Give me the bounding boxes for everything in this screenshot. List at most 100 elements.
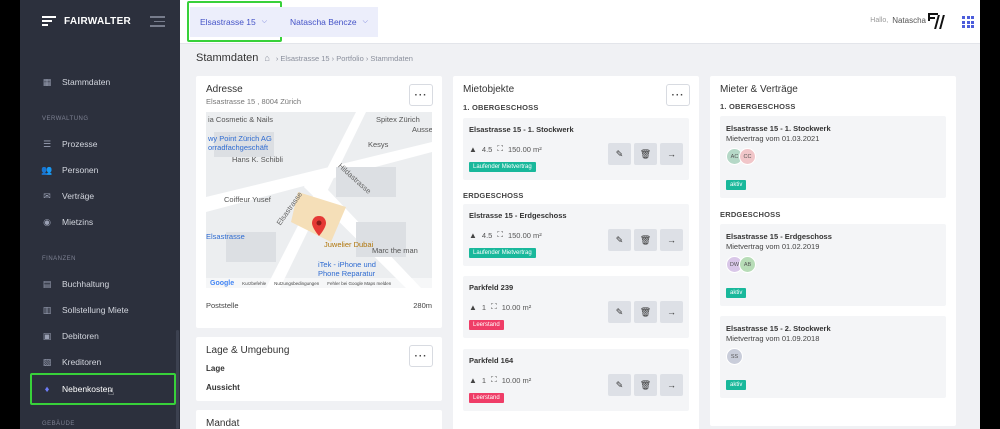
- status-badge: Laufender Mietvertrag: [469, 162, 536, 172]
- edit-button[interactable]: ✎: [608, 301, 631, 323]
- unit-item[interactable]: Parkfeld 239 ▲ 1 ⛶ 10.00 m² Leerstand ✎ …: [463, 276, 689, 338]
- delete-button[interactable]: 🗑: [634, 143, 657, 165]
- sidebar-item-kreditoren[interactable]: ▧ Kreditoren: [42, 355, 101, 369]
- user-greeting[interactable]: Hallo, Natascha: [870, 16, 926, 25]
- property-selector-highlight: [187, 1, 282, 42]
- buildings-icon: ▦: [42, 76, 52, 87]
- delete-button[interactable]: 🗑: [634, 301, 657, 323]
- mandat-title: Mandat: [206, 418, 240, 429]
- home-icon[interactable]: ⌂: [264, 53, 269, 63]
- sidebar-item-vertraege[interactable]: ✉ Verträge: [42, 189, 94, 203]
- mandat-card: Mandat: [196, 410, 442, 429]
- open-button[interactable]: →: [660, 374, 683, 396]
- unit-item[interactable]: Parkfeld 164 ▲ 1 ⛶ 10.00 m² Leerstand ✎ …: [463, 349, 689, 411]
- arrow-right-icon: →: [667, 380, 676, 390]
- delete-button[interactable]: 🗑: [634, 229, 657, 251]
- area-icon: ⛶: [497, 230, 503, 239]
- person-icon: ▲: [469, 302, 477, 312]
- edit-button[interactable]: ✎: [608, 374, 631, 396]
- open-button[interactable]: →: [660, 229, 683, 251]
- breadcrumb[interactable]: › Elsastrasse 15 › Portfolio › Stammdate…: [276, 54, 413, 63]
- unit-item[interactable]: Elstrasse 15 - Erdgeschoss ▲ 4.5 ⛶ 150.0…: [463, 204, 689, 266]
- avatar[interactable]: SS: [726, 348, 743, 365]
- sidebar-item-mietzins[interactable]: ◉ Mietzins: [42, 215, 93, 229]
- group-obergeschoss: 1. OBERGESCHOSS: [463, 103, 539, 112]
- area-icon: ⛶: [491, 302, 497, 311]
- poststelle-value: 280m: [413, 301, 432, 310]
- lage-card: Lage & Umgebung ··· Lage Aussicht: [196, 337, 442, 401]
- brand-name: FAIRWALTER: [64, 15, 132, 27]
- edit-button[interactable]: ✎: [608, 229, 631, 251]
- lage-menu-button[interactable]: ···: [409, 345, 433, 367]
- handshake-icon: ✉: [43, 190, 51, 201]
- avatar[interactable]: AB: [739, 256, 756, 273]
- section-finanzen: FINANZEN: [42, 256, 76, 262]
- adresse-title: Adresse: [206, 84, 243, 95]
- pointer-cursor-icon: ☝: [108, 387, 115, 398]
- trash-icon: 🗑: [639, 306, 652, 317]
- contract-item[interactable]: Elsastrasse 15 - 1. Stockwerk Mietvertra…: [720, 116, 946, 198]
- google-map[interactable]: ia Cosmetic & Nails Spitex Zürich Ausse …: [206, 112, 432, 288]
- sidebar-item-debitoren[interactable]: ▣ Debitoren: [42, 329, 99, 343]
- delete-button[interactable]: 🗑: [634, 374, 657, 396]
- fairwalter-logo-icon: [42, 15, 58, 27]
- status-badge: Laufender Mietvertrag: [469, 248, 536, 258]
- ledger-icon: ▤: [42, 278, 52, 289]
- topbar: Elsastrasse 15 ⌵ Natascha Bencze ⌵ Hallo…: [180, 0, 980, 44]
- owner-selector[interactable]: Natascha Bencze ⌵: [280, 7, 378, 37]
- lage-label: Lage: [206, 364, 225, 373]
- location-pin-icon[interactable]: [312, 216, 326, 236]
- open-button[interactable]: →: [660, 143, 683, 165]
- coin-icon: ◉: [43, 216, 51, 227]
- person-icon: ▲: [469, 375, 477, 385]
- aussicht-label: Aussicht: [206, 383, 240, 392]
- area-icon: ⛶: [497, 144, 503, 153]
- map-footer: Google Kurzbefehle Nutzungsbedingungen F…: [206, 278, 432, 288]
- status-badge: aktiv: [726, 288, 747, 298]
- mieter-title: Mieter & Verträge: [720, 84, 798, 95]
- brand-logo[interactable]: FAIRWALTER: [42, 15, 131, 27]
- adresse-value: Elsastrasse 15 , 8004 Zürich: [206, 97, 302, 106]
- trash-icon: 🗑: [639, 379, 652, 390]
- contract-item[interactable]: Elsastrasse 15 - 2. Stockwerk Mietvertra…: [720, 316, 946, 398]
- unit-item[interactable]: Elsastrasse 15 - 1. Stockwerk ▲ 4.5 ⛶ 15…: [463, 118, 689, 180]
- status-badge: aktiv: [726, 180, 747, 190]
- sidebar-item-prozesse[interactable]: ☰ Prozesse: [42, 137, 97, 151]
- sidebar-item-buchhaltung[interactable]: ▤ Buchhaltung: [42, 277, 110, 291]
- google-logo: Google: [210, 279, 235, 287]
- fairwalter-mark-icon: [928, 13, 945, 31]
- user-name: Natascha: [892, 16, 926, 25]
- status-badge: aktiv: [726, 380, 747, 390]
- avatar[interactable]: CC: [739, 148, 756, 165]
- section-verwaltung: VERWALTUNG: [42, 116, 89, 122]
- sidebar-item-personen[interactable]: 👥 Personen: [41, 163, 98, 177]
- sidebar: FAIRWALTER ▦ Stammdaten VERWALTUNG ☰ Pro…: [20, 0, 180, 429]
- arrow-right-icon: →: [667, 307, 676, 317]
- adresse-menu-button[interactable]: ···: [409, 84, 433, 106]
- edit-icon: ✎: [615, 306, 624, 317]
- mietobjekte-card: Mietobjekte ··· 1. OBERGESCHOSS Elsastra…: [453, 76, 699, 429]
- page-title: Stammdaten: [196, 52, 259, 64]
- lage-title: Lage & Umgebung: [206, 345, 290, 356]
- edit-icon: ✎: [615, 379, 624, 390]
- people-icon: 👥: [41, 164, 53, 175]
- sidebar-scrollbar[interactable]: [176, 330, 179, 429]
- edit-button[interactable]: ✎: [608, 143, 631, 165]
- edit-icon: ✎: [615, 234, 624, 245]
- sidebar-item-stammdaten[interactable]: ▦ Stammdaten: [42, 75, 110, 89]
- contract-item[interactable]: Elsastrasse 15 - Erdgeschoss Mietvertrag…: [720, 224, 946, 306]
- person-icon: ▲: [469, 230, 477, 240]
- open-button[interactable]: →: [660, 301, 683, 323]
- status-badge: Leerstand: [469, 320, 504, 330]
- invoice-icon: ▥: [42, 304, 52, 315]
- mietobjekte-menu-button[interactable]: ···: [666, 84, 690, 106]
- status-badge: Leerstand: [469, 393, 504, 403]
- trash-icon: 🗑: [639, 148, 652, 159]
- list-icon: ☰: [42, 138, 52, 149]
- app-grid-icon[interactable]: [962, 16, 974, 28]
- poststelle-label: Poststelle: [206, 301, 239, 310]
- group-erdgeschoss: ERDGESCHOSS: [720, 210, 781, 219]
- page-header: Stammdaten ⌂ › Elsastrasse 15 › Portfoli…: [196, 52, 413, 64]
- menu-toggle-icon[interactable]: [150, 16, 165, 30]
- sidebar-item-sollstellung-miete[interactable]: ▥ Sollstellung Miete: [42, 303, 129, 317]
